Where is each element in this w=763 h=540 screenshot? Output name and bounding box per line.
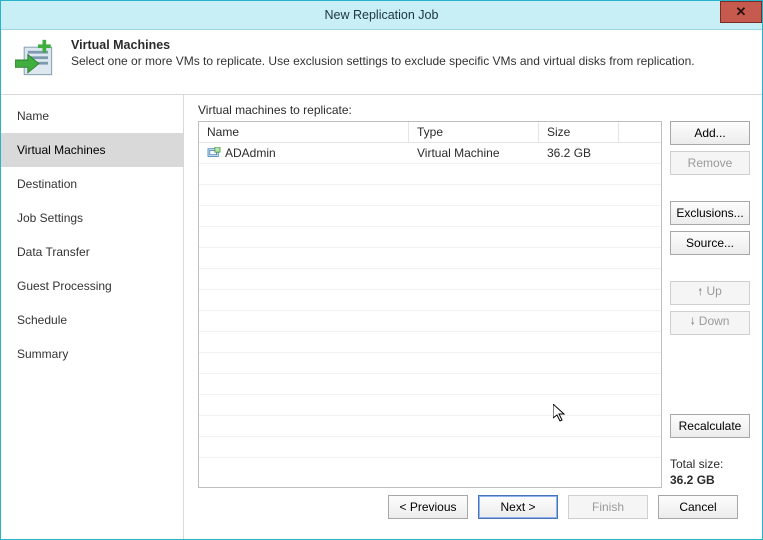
previous-button[interactable]: < Previous	[388, 495, 468, 519]
up-button: 🠕Up	[670, 281, 750, 305]
down-arrow-icon: 🠗	[691, 317, 695, 328]
main-panel: Virtual machines to replicate: Name Type…	[184, 95, 762, 539]
close-button[interactable]: ✕	[720, 1, 762, 23]
next-button[interactable]: Next >	[478, 495, 558, 519]
col-header-type[interactable]: Type	[409, 122, 539, 142]
exclusions-button[interactable]: Exclusions...	[670, 201, 750, 225]
step-destination[interactable]: Destination	[1, 167, 183, 201]
wizard-window: New Replication Job ✕ Virtual Machines S…	[0, 0, 763, 540]
cancel-button[interactable]: Cancel	[658, 495, 738, 519]
step-virtual-machines[interactable]: Virtual Machines	[1, 133, 183, 167]
step-name[interactable]: Name	[1, 99, 183, 133]
close-icon: ✕	[736, 4, 747, 20]
total-size: Total size: 36.2 GB	[670, 456, 750, 488]
table-row	[199, 395, 661, 416]
vm-grid-header: Name Type Size	[199, 122, 661, 143]
window-title: New Replication Job	[325, 8, 439, 22]
step-schedule[interactable]: Schedule	[1, 303, 183, 337]
col-header-name[interactable]: Name	[199, 122, 409, 142]
finish-button: Finish	[568, 495, 648, 519]
add-button[interactable]: Add...	[670, 121, 750, 145]
table-row[interactable]: ADAdmin Virtual Machine 36.2 GB	[199, 143, 661, 164]
step-guest-processing[interactable]: Guest Processing	[1, 269, 183, 303]
page-title: Virtual Machines	[71, 38, 695, 52]
cell-type: Virtual Machine	[409, 146, 539, 160]
side-buttons: Add... Remove Exclusions... Source... 🠕U…	[670, 121, 750, 488]
table-row	[199, 290, 661, 311]
table-row	[199, 206, 661, 227]
step-data-transfer[interactable]: Data Transfer	[1, 235, 183, 269]
wizard-steps: Name Virtual Machines Destination Job Se…	[1, 95, 184, 539]
cell-name-text: ADAdmin	[225, 146, 276, 160]
total-size-value: 36.2 GB	[670, 472, 750, 488]
table-row	[199, 185, 661, 206]
remove-button: Remove	[670, 151, 750, 175]
cell-name: ADAdmin	[199, 146, 409, 160]
table-row	[199, 269, 661, 290]
vm-icon	[207, 147, 221, 159]
table-row	[199, 416, 661, 437]
cell-size: 36.2 GB	[539, 146, 619, 160]
table-row	[199, 374, 661, 395]
replication-job-icon	[15, 38, 59, 82]
table-row	[199, 311, 661, 332]
wizard-header: Virtual Machines Select one or more VMs …	[1, 30, 762, 94]
vm-grid[interactable]: Name Type Size	[198, 121, 662, 488]
up-arrow-icon: 🠕	[698, 287, 702, 298]
source-button[interactable]: Source...	[670, 231, 750, 255]
wizard-body: Name Virtual Machines Destination Job Se…	[1, 94, 762, 539]
wizard-footer: < Previous Next > Finish Cancel	[198, 488, 750, 529]
step-job-settings[interactable]: Job Settings	[1, 201, 183, 235]
vm-grid-body: ADAdmin Virtual Machine 36.2 GB	[199, 143, 661, 487]
total-size-label: Total size:	[670, 456, 750, 472]
col-header-size[interactable]: Size	[539, 122, 619, 142]
titlebar: New Replication Job ✕	[1, 1, 762, 30]
step-summary[interactable]: Summary	[1, 337, 183, 371]
table-row	[199, 353, 661, 374]
table-row	[199, 164, 661, 185]
down-button: 🠗Down	[670, 311, 750, 335]
table-row	[199, 248, 661, 269]
table-row	[199, 227, 661, 248]
col-header-spacer	[619, 122, 661, 142]
table-row	[199, 332, 661, 353]
page-subtitle: Select one or more VMs to replicate. Use…	[71, 54, 695, 68]
recalculate-button[interactable]: Recalculate	[670, 414, 750, 438]
vm-list-label: Virtual machines to replicate:	[198, 103, 750, 117]
table-row	[199, 437, 661, 458]
